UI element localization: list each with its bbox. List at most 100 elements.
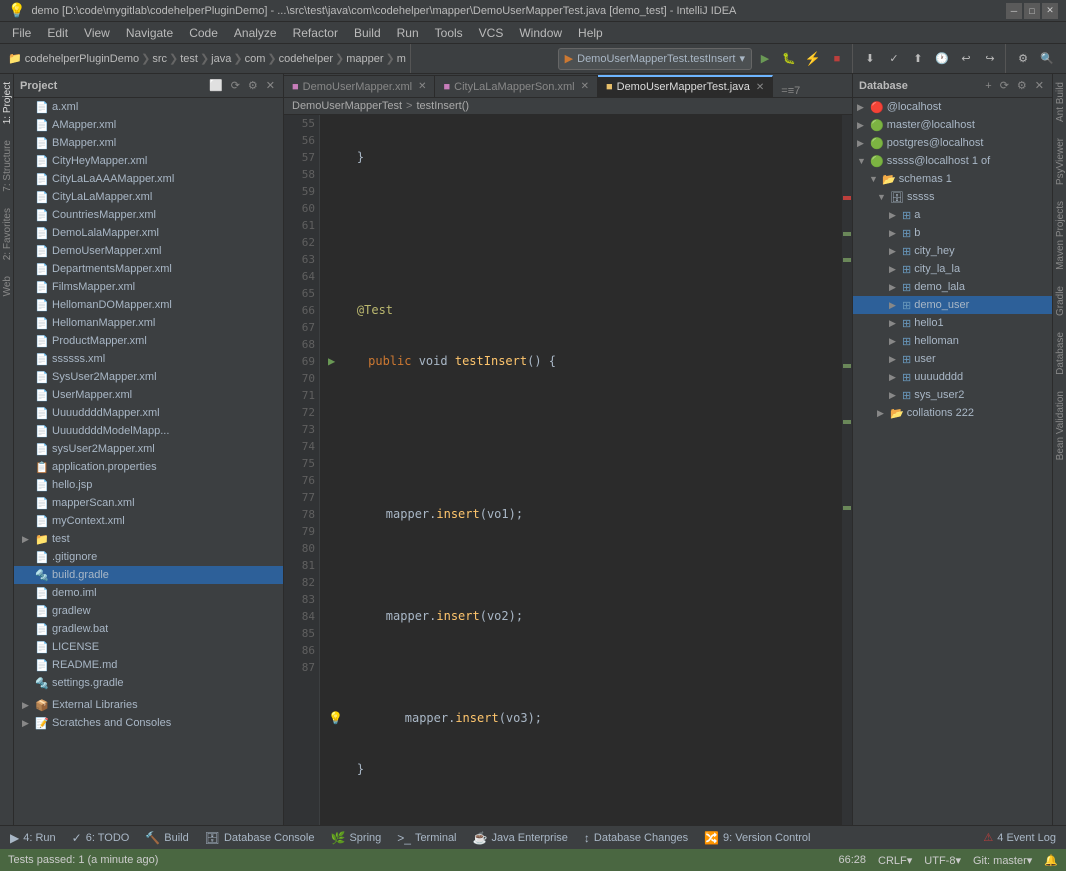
breadcrumb-class[interactable]: DemoUserMapperTest — [292, 100, 402, 112]
tree-item-usermapper[interactable]: 📄 UserMapper.xml — [14, 386, 283, 404]
db-item-table-sysuser2[interactable]: ▶ ⊞ sys_user2 — [853, 386, 1052, 404]
menu-item-file[interactable]: File — [4, 24, 39, 42]
tree-item-scratches[interactable]: ▶ 📝 Scratches and Consoles — [14, 714, 283, 732]
tree-item-product[interactable]: 📄 ProductMapper.xml — [14, 332, 283, 350]
status-linesep[interactable]: CRLF▾ — [878, 854, 912, 867]
tab-project[interactable]: 1: Project — [0, 74, 13, 132]
right-tab-psyviewer[interactable]: PsyViewer — [1053, 130, 1066, 193]
tree-item-gradlew[interactable]: 📄 gradlew — [14, 602, 283, 620]
db-item-table-cityhey[interactable]: ▶ ⊞ city_hey — [853, 242, 1052, 260]
menu-item-navigate[interactable]: Navigate — [118, 24, 181, 42]
maximize-button[interactable]: □ — [1024, 3, 1040, 19]
tb-crumb-3[interactable]: test — [180, 53, 198, 65]
bottom-vcs[interactable]: 🔀 9: Version Control — [700, 829, 814, 847]
search-everywhere-button[interactable]: 🔍 — [1036, 48, 1058, 70]
project-settings-btn[interactable]: ⚙ — [246, 78, 260, 93]
tb-crumb-8[interactable]: m — [397, 53, 406, 65]
menu-item-edit[interactable]: Edit — [39, 24, 76, 42]
tab-structure[interactable]: 7: Structure — [0, 132, 13, 200]
status-encoding[interactable]: UTF-8▾ — [924, 854, 961, 867]
right-tab-maven[interactable]: Maven Projects — [1053, 193, 1066, 278]
bottom-terminal[interactable]: >_ Terminal — [393, 829, 460, 847]
commit-button[interactable]: ✓ — [883, 48, 905, 70]
tree-item-demoiml[interactable]: 📄 demo.iml — [14, 584, 283, 602]
db-item-master[interactable]: ▶ 🟢 master@localhost — [853, 116, 1052, 134]
status-notifications[interactable]: 🔔 — [1044, 854, 1058, 867]
tree-item-readme[interactable]: 📄 README.md — [14, 656, 283, 674]
bottom-spring[interactable]: 🌿 Spring — [327, 829, 386, 847]
menu-item-tools[interactable]: Tools — [427, 24, 471, 42]
db-item-table-user[interactable]: ▶ ⊞ user — [853, 350, 1052, 368]
run-config-dropdown[interactable]: ▶ DemoUserMapperTest.testInsert ▾ — [558, 48, 752, 70]
run-button[interactable]: ▶ — [754, 48, 776, 70]
tree-item-demolala[interactable]: 📄 DemoLalaMapper.xml — [14, 224, 283, 242]
tree-item-citylala[interactable]: 📄 CityLaLaMapper.xml — [14, 188, 283, 206]
tree-item-cityheymapper[interactable]: 📄 CityHeyMapper.xml — [14, 152, 283, 170]
right-tab-bean[interactable]: Bean Validation — [1053, 383, 1066, 468]
tree-item-uuuuddddmodel[interactable]: 📄 UuuuddddModelMapp... — [14, 422, 283, 440]
tb-crumb-7[interactable]: mapper — [346, 53, 383, 65]
db-settings-btn[interactable]: ⚙ — [1015, 78, 1029, 93]
db-item-table-uuuudddd[interactable]: ▶ ⊞ uuuudddd — [853, 368, 1052, 386]
db-item-schemas[interactable]: ▼ 📂 schemas 1 — [853, 170, 1052, 188]
tree-item-demouser[interactable]: 📄 DemoUserMapper.xml — [14, 242, 283, 260]
push-button[interactable]: ⬆ — [907, 48, 929, 70]
tab-citylala-xml[interactable]: ■ CityLaLaMapperSon.xml ✕ — [435, 75, 598, 97]
tree-item-mycontext[interactable]: 📄 myContext.xml — [14, 512, 283, 530]
tree-item-extlibs[interactable]: ▶ 📦 External Libraries — [14, 696, 283, 714]
tree-item-sysuser2lower[interactable]: 📄 sysUser2Mapper.xml — [14, 440, 283, 458]
history-button[interactable]: 🕐 — [931, 48, 953, 70]
tree-item-departments[interactable]: 📄 DepartmentsMapper.xml — [14, 260, 283, 278]
breadcrumb-method[interactable]: testInsert() — [416, 100, 469, 112]
right-tab-gradle[interactable]: Gradle — [1053, 278, 1066, 324]
db-item-table-b[interactable]: ▶ ⊞ b — [853, 224, 1052, 242]
tree-item-hellomando[interactable]: 📄 HellomanDOMapper.xml — [14, 296, 283, 314]
project-hide-btn[interactable]: ✕ — [264, 78, 277, 93]
bottom-todo[interactable]: ✓ 6: TODO — [68, 829, 134, 847]
tree-item-uuuudddd[interactable]: 📄 UuuuddddMapper.xml — [14, 404, 283, 422]
db-item-sssss-schema[interactable]: ▼ 🗄 sssss — [853, 188, 1052, 206]
tab-demousermappertest-java[interactable]: ■ DemoUserMapperTest.java ✕ — [598, 75, 773, 97]
db-item-localhost[interactable]: ▶ 🔴 @localhost — [853, 98, 1052, 116]
bottom-run[interactable]: ▶ 4: Run — [6, 829, 60, 847]
minimize-button[interactable]: ─ — [1006, 3, 1022, 19]
menu-item-window[interactable]: Window — [511, 24, 570, 42]
db-item-table-hello1[interactable]: ▶ ⊞ hello1 — [853, 314, 1052, 332]
tree-item-test-folder[interactable]: ▶ 📁 test — [14, 530, 283, 548]
run-with-coverage[interactable]: ⚡ — [802, 48, 824, 70]
tree-item-buildgradle[interactable]: 🔩 build.gradle — [14, 566, 283, 584]
redo-button[interactable]: ↪ — [979, 48, 1001, 70]
tb-crumb-4[interactable]: java — [211, 53, 231, 65]
tree-item-amapper[interactable]: 📄 AMapper.xml — [14, 116, 283, 134]
tree-item-hellojsp[interactable]: 📄 hello.jsp — [14, 476, 283, 494]
menu-item-build[interactable]: Build — [346, 24, 389, 42]
run-gutter-icon-59[interactable]: ▶ — [328, 353, 335, 370]
db-item-table-demolala[interactable]: ▶ ⊞ demo_lala — [853, 278, 1052, 296]
tree-item-helloman[interactable]: 📄 HellomanMapper.xml — [14, 314, 283, 332]
undo-button[interactable]: ↩ — [955, 48, 977, 70]
bottom-eventlog[interactable]: ⚠ 4 Event Log — [979, 829, 1060, 846]
tree-item-gitignore[interactable]: 📄 .gitignore — [14, 548, 283, 566]
db-item-table-helloman[interactable]: ▶ ⊞ helloman — [853, 332, 1052, 350]
tree-item-films[interactable]: 📄 FilmsMapper.xml — [14, 278, 283, 296]
db-hide-btn[interactable]: ✕ — [1033, 78, 1046, 93]
project-sync-btn[interactable]: ⟳ — [229, 78, 242, 93]
tb-crumb-2[interactable]: src — [152, 53, 167, 65]
menu-item-refactor[interactable]: Refactor — [285, 24, 346, 42]
tree-item-sysuser2[interactable]: 📄 SysUser2Mapper.xml — [14, 368, 283, 386]
tab-web[interactable]: Web — [0, 268, 13, 304]
menu-item-analyze[interactable]: Analyze — [226, 24, 285, 42]
tree-item-mapperscan[interactable]: 📄 mapperScan.xml — [14, 494, 283, 512]
db-item-sssss-localhost[interactable]: ▼ 🟢 sssss@localhost 1 of — [853, 152, 1052, 170]
tree-item-appprops[interactable]: 📋 application.properties — [14, 458, 283, 476]
stop-button[interactable]: ■ — [826, 48, 848, 70]
status-position[interactable]: 66:28 — [839, 854, 867, 867]
tb-crumb-6[interactable]: codehelper — [279, 53, 333, 65]
tb-crumb-5[interactable]: com — [245, 53, 266, 65]
close-button[interactable]: ✕ — [1042, 3, 1058, 19]
status-vcs[interactable]: Git: master▾ — [973, 854, 1032, 867]
project-collapse-btn[interactable]: ⬜ — [207, 78, 225, 93]
db-item-table-citylala[interactable]: ▶ ⊞ city_la_la — [853, 260, 1052, 278]
bulb-gutter-icon[interactable]: 💡 — [328, 710, 343, 727]
right-tab-database2[interactable]: Database — [1053, 324, 1066, 383]
